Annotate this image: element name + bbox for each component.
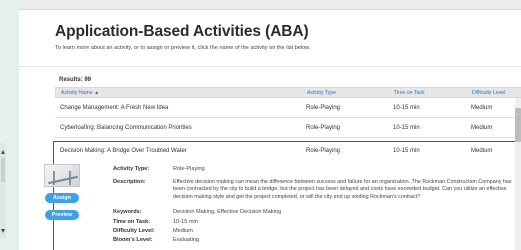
time-on-task: 10-15 min — [393, 148, 420, 154]
activity-type-value: Role-Playing — [173, 166, 205, 172]
time-on-task-label: Time on Task: — [113, 219, 151, 225]
header-activity-type[interactable]: Activity Type — [307, 90, 336, 96]
table-header: Activity Name ▲ Activity Type Time on Ta… — [55, 87, 521, 98]
header-difficulty-level[interactable]: Difficulty Level — [472, 90, 505, 96]
header-activity-name[interactable]: Activity Name ▲ — [61, 90, 99, 96]
divider — [19, 66, 521, 67]
results-count: Results: 99 — [59, 77, 92, 83]
keywords-label: Keywords: — [113, 209, 142, 215]
table-row[interactable]: Decision Making: A Bridge Over Troubled … — [55, 142, 521, 161]
list-scrollbar-thumb[interactable] — [515, 108, 521, 142]
activity-type: Role-Playing — [306, 148, 341, 154]
difficulty-level: Medium — [471, 105, 493, 111]
activity-name[interactable]: Change Management: A Fresh New Idea — [60, 105, 168, 111]
activity-type: Role-Playing — [306, 125, 341, 131]
scroll-up-arrow-icon[interactable] — [1, 150, 5, 154]
table-row[interactable]: Change Management: A Fresh New Idea Role… — [55, 99, 521, 118]
activity-type: Role-Playing — [306, 105, 341, 111]
blooms-level-label: Bloom's Level: — [113, 237, 153, 243]
time-on-task: 10-15 min — [393, 105, 420, 111]
scroll-down-arrow-icon[interactable] — [1, 229, 5, 233]
assign-button[interactable]: Assign — [45, 193, 79, 203]
description-label: Description: — [113, 179, 146, 185]
content-panel: Application-Based Activities (ABA) To le… — [19, 0, 521, 250]
intro-text: To learn more about an activity, or to a… — [55, 45, 311, 51]
page-title: Application-Based Activities (ABA) — [55, 23, 309, 40]
difficulty-level: Medium — [471, 148, 493, 154]
top-strip — [19, 0, 521, 10]
activity-name[interactable]: Decision Making: A Bridge Over Troubled … — [60, 148, 187, 154]
time-on-task-value: 10-15 min — [173, 219, 198, 225]
header-time-on-task[interactable]: Time on Task — [394, 90, 425, 96]
description-value: Effective decision making can mean the d… — [173, 179, 512, 200]
time-on-task: 10-15 min — [393, 125, 420, 131]
activity-thumbnail — [44, 164, 80, 187]
preview-button[interactable]: Preview — [45, 210, 79, 220]
outer-scrollbar-thumb[interactable] — [1, 158, 5, 182]
table-row[interactable]: Cyberloafing: Balancing Communication Pr… — [55, 119, 521, 138]
difficulty-level-value: Medium — [173, 228, 193, 234]
blooms-level-value: Evaluating — [173, 237, 200, 243]
keywords-value: Decision Making, Effective Decision Maki… — [173, 209, 282, 215]
activity-name[interactable]: Cyberloafing: Balancing Communication Pr… — [60, 125, 192, 131]
difficulty-level-label: Difficulty Level: — [113, 228, 155, 234]
difficulty-level: Medium — [471, 125, 493, 131]
activity-type-label: Activity Type: — [113, 166, 150, 172]
